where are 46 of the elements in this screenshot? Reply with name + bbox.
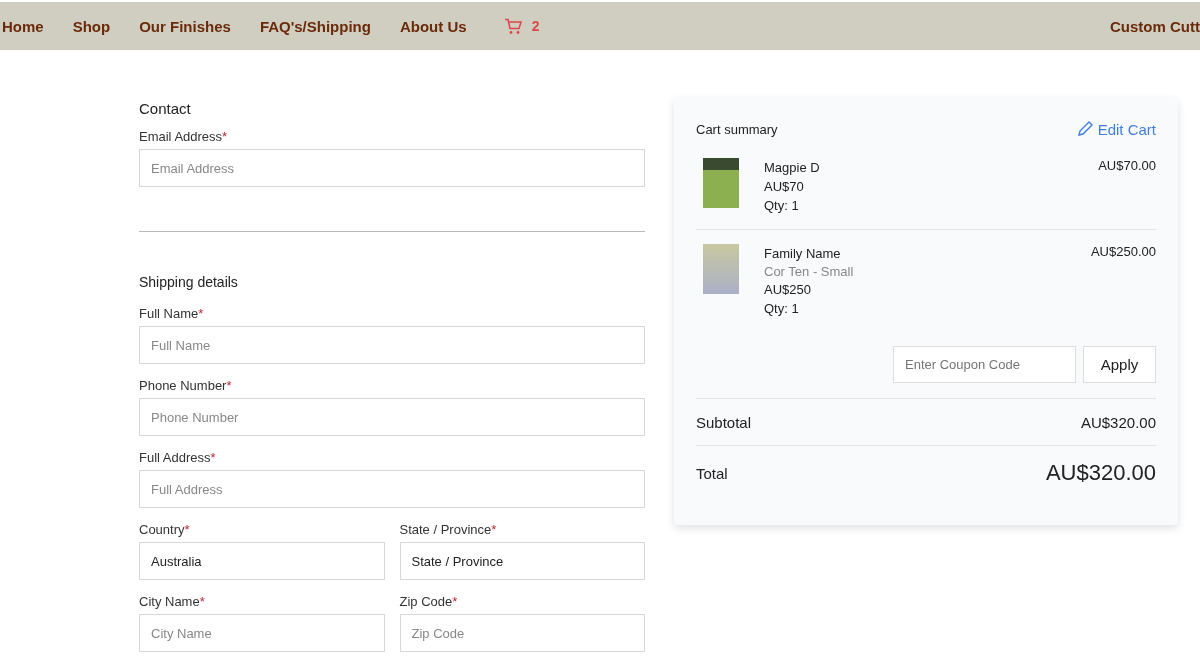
input-field[interactable]: City Name — [139, 614, 385, 652]
nav-link[interactable]: Home — [2, 17, 44, 35]
photo-placeholder — [703, 158, 739, 208]
field-label: Country* — [139, 522, 191, 537]
coupon-field[interactable]: Enter Coupon Code — [893, 346, 1076, 383]
input-field[interactable]: Full Name — [139, 326, 645, 364]
apply-button[interactable]: Apply — [1083, 346, 1156, 383]
item-price: AU$70 — [764, 178, 805, 196]
field-label: Full Address* — [139, 450, 217, 465]
cart-count: 2 — [531, 18, 540, 34]
photo-placeholder — [703, 244, 739, 294]
subtotal-value: AU$320.00 — [1080, 413, 1156, 431]
nav-link[interactable]: Our Finishes — [139, 17, 231, 35]
nav-link[interactable]: FAQ's/Shipping — [259, 17, 371, 35]
total-label: Total — [696, 464, 728, 482]
field-label: Zip Code* — [399, 594, 459, 609]
input-field[interactable]: Zip Code — [399, 614, 645, 652]
input-field[interactable]: Email Address — [139, 149, 645, 187]
input-field[interactable]: Full Address — [139, 470, 645, 508]
input-field[interactable]: State / Province — [399, 542, 645, 580]
field-label: City Name* — [139, 594, 206, 609]
item-variant: Cor Ten - Small — [764, 263, 855, 280]
subtotal-label: Subtotal — [696, 413, 752, 431]
item-total: AU$70.00 — [1098, 158, 1156, 175]
card-title: Cart summary — [696, 121, 778, 137]
pencil-icon — [1075, 120, 1094, 138]
field-label: State / Province* — [399, 522, 498, 537]
nav-link[interactable]: Custom Cutt — [1110, 17, 1200, 35]
section-title: Contact — [139, 100, 192, 117]
item-total: AU$250.00 — [1090, 244, 1156, 261]
field-label: Email Address* — [139, 129, 229, 144]
item-price: AU$250 — [764, 281, 812, 299]
item-name: Family Name — [764, 245, 842, 263]
cart-icon[interactable] — [503, 17, 522, 35]
nav-link[interactable]: Shop — [72, 17, 111, 35]
field-label: Phone Number* — [139, 378, 233, 393]
nav-link[interactable]: About Us — [399, 17, 467, 35]
total-value: AU$320.00 — [1045, 460, 1156, 486]
item-quantity: Qty: 1 — [764, 197, 800, 215]
section-title: Shipping details — [139, 274, 239, 290]
field-label: Full Name* — [139, 306, 205, 321]
item-name: Magpie D — [764, 159, 821, 177]
input-field[interactable]: Australia — [139, 542, 385, 580]
item-quantity: Qty: 1 — [764, 300, 800, 318]
edit-cart-link[interactable]: Edit Cart — [1075, 120, 1156, 138]
input-field[interactable]: Phone Number — [139, 398, 645, 436]
